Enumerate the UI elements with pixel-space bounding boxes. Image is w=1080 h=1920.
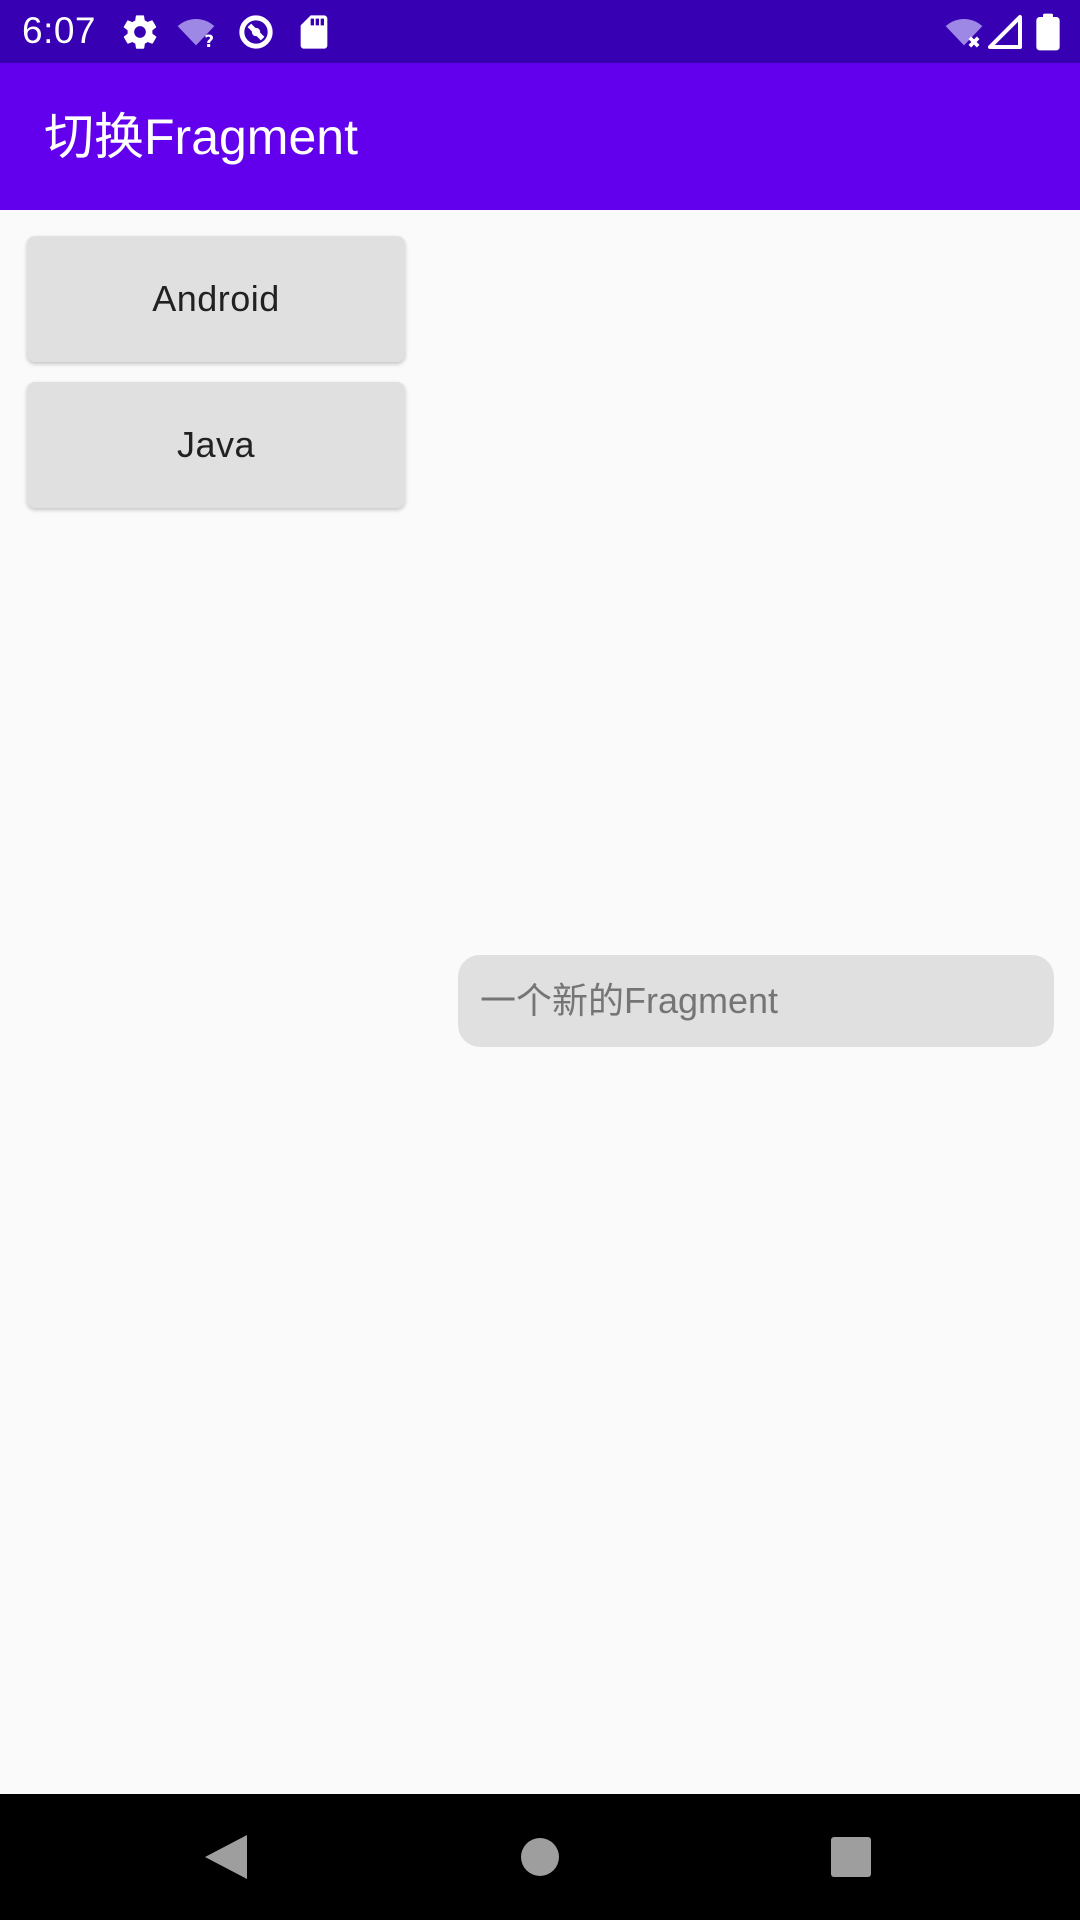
app-bar: 切换Fragment [0, 63, 1080, 210]
wifi-question-icon: ? [176, 12, 216, 52]
svg-text:?: ? [204, 32, 214, 51]
fragment-text: 一个新的Fragment [480, 980, 779, 1021]
java-button[interactable]: Java [27, 382, 405, 508]
android-button[interactable]: Android [27, 236, 405, 362]
fragment-container: 一个新的Fragment [458, 955, 1054, 1047]
wifi-off-icon [944, 12, 984, 52]
home-icon[interactable] [500, 1817, 580, 1897]
status-time: 6:07 [22, 10, 97, 51]
page-title: 切换Fragment [44, 109, 358, 165]
back-icon[interactable] [185, 1817, 265, 1897]
sync-icon [236, 12, 276, 52]
recents-icon[interactable] [811, 1817, 891, 1897]
sd-card-icon [294, 12, 334, 52]
signal-icon [985, 12, 1025, 52]
battery-icon [1030, 12, 1066, 52]
gear-icon [120, 12, 160, 52]
navigation-bar [0, 1794, 1080, 1920]
status-bar: 6:07 ? [0, 0, 1080, 63]
content-area: Android Java 一个新的Fragment [0, 210, 1080, 1794]
